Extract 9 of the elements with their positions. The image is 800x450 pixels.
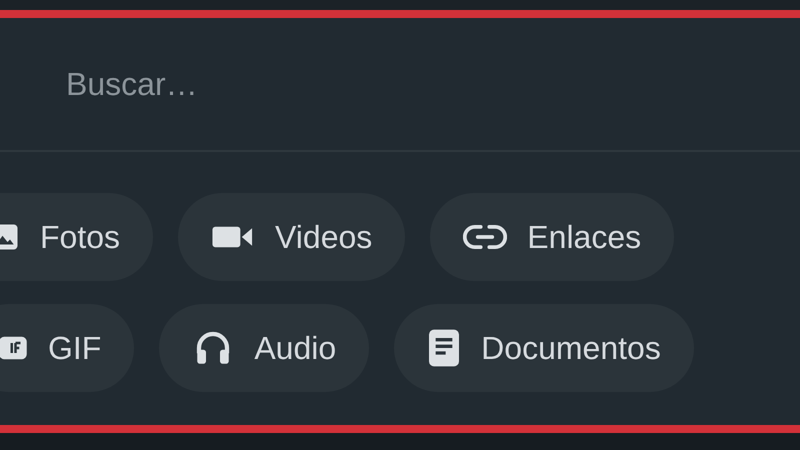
- filter-chip[interactable]: GIF: [0, 304, 134, 392]
- filter-chip[interactable]: Enlaces: [430, 193, 674, 281]
- filter-chip[interactable]: Videos: [178, 193, 406, 281]
- filter-chip[interactable]: Documentos: [394, 304, 694, 392]
- search-field[interactable]: Buscar…: [66, 62, 466, 106]
- link-icon: [463, 224, 508, 250]
- filter-chip[interactable]: Audio: [159, 304, 370, 392]
- document-icon: [427, 328, 462, 368]
- filter-chip[interactable]: Fotos: [0, 193, 154, 281]
